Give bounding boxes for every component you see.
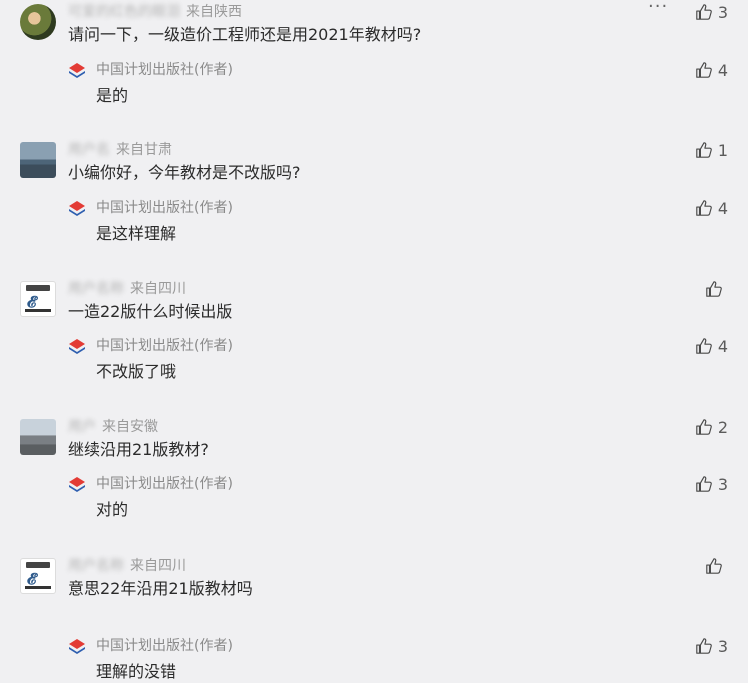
- reply-author[interactable]: 中国计划出版社(作者): [96, 474, 233, 494]
- location-label: 来自安徽: [102, 419, 158, 435]
- publisher-logo-icon: [69, 63, 85, 78]
- comment-meta: 用户名 来自甘肃: [68, 140, 172, 160]
- location-label: 来自四川: [130, 558, 186, 574]
- like-button[interactable]: 1: [695, 140, 728, 160]
- like-count: 4: [717, 336, 728, 356]
- thumbs-up-icon: [706, 558, 722, 574]
- reply-author[interactable]: 中国计划出版社(作者): [96, 198, 233, 218]
- reply-text: 是这样理解: [96, 224, 177, 243]
- location-label: 来自四川: [130, 281, 186, 297]
- reply-text: 理解的没错: [96, 662, 177, 681]
- username[interactable]: 用户: [68, 417, 96, 437]
- reply-like-button[interactable]: 4: [695, 198, 728, 218]
- thumbs-up-icon: [696, 476, 712, 492]
- reply-like-button[interactable]: 4: [695, 336, 728, 356]
- thumbs-up-icon: [696, 338, 712, 354]
- like-count: 4: [717, 60, 728, 80]
- comment-meta: 可爱的红色的眼泪 来自陕西: [68, 2, 242, 22]
- comment-text: 小编你好，今年教材是不改版吗?: [68, 163, 301, 182]
- thumbs-up-icon: [706, 281, 722, 297]
- comment-text: 意思22年沿用21版教材吗: [68, 579, 253, 598]
- like-button[interactable]: [705, 556, 728, 576]
- publisher-logo-icon: [69, 339, 85, 354]
- like-button[interactable]: 3: [695, 2, 728, 22]
- user-avatar[interactable]: 𝓔: [20, 558, 56, 594]
- publisher-logo-icon: [69, 201, 85, 216]
- user-avatar[interactable]: [20, 142, 56, 178]
- location-label: 来自甘肃: [116, 142, 172, 158]
- like-count: 1: [717, 140, 728, 160]
- more-options-button[interactable]: ···: [648, 0, 668, 17]
- thumbs-up-icon: [696, 419, 712, 435]
- like-count: 3: [717, 474, 728, 494]
- comment-text: 继续沿用21版教材?: [68, 440, 209, 459]
- publisher-logo-icon: [69, 477, 85, 492]
- reply-like-button[interactable]: 4: [695, 60, 728, 80]
- username[interactable]: 可爱的红色的眼泪: [68, 2, 180, 22]
- user-avatar[interactable]: [20, 419, 56, 455]
- thumbs-up-icon: [696, 4, 712, 20]
- user-avatar[interactable]: [20, 4, 56, 40]
- reply-author[interactable]: 中国计划出版社(作者): [96, 336, 233, 356]
- reply-like-button[interactable]: 3: [695, 636, 728, 656]
- like-button[interactable]: [705, 279, 728, 299]
- comment-meta: 用户 来自安徽: [68, 417, 158, 437]
- username[interactable]: 用户名: [68, 140, 110, 160]
- like-count: 2: [717, 417, 728, 437]
- reply-author[interactable]: 中国计划出版社(作者): [96, 636, 233, 656]
- like-button[interactable]: 2: [695, 417, 728, 437]
- like-count: 3: [717, 2, 728, 22]
- thumbs-up-icon: [696, 638, 712, 654]
- thumbs-up-icon: [696, 142, 712, 158]
- comment-text: 一造22版什么时候出版: [68, 302, 233, 321]
- reply-text: 是的: [96, 86, 129, 105]
- thumbs-up-icon: [696, 200, 712, 216]
- comment-meta: 用户名称 来自四川: [68, 556, 186, 576]
- reply-author[interactable]: 中国计划出版社(作者): [96, 60, 233, 80]
- username[interactable]: 用户名称: [68, 556, 124, 576]
- like-count: 4: [717, 198, 728, 218]
- publisher-logo-icon: [69, 639, 85, 654]
- comment-text: 请问一下，一级造价工程师还是用2021年教材吗?: [68, 25, 422, 44]
- username[interactable]: 用户名称: [68, 279, 124, 299]
- like-count: 3: [717, 636, 728, 656]
- location-label: 来自陕西: [186, 4, 242, 20]
- reply-like-button[interactable]: 3: [695, 474, 728, 494]
- reply-text: 对的: [96, 500, 129, 519]
- thumbs-up-icon: [696, 62, 712, 78]
- reply-text: 不改版了哦: [96, 362, 177, 381]
- user-avatar[interactable]: 𝓔: [20, 281, 56, 317]
- comment-meta: 用户名称 来自四川: [68, 279, 186, 299]
